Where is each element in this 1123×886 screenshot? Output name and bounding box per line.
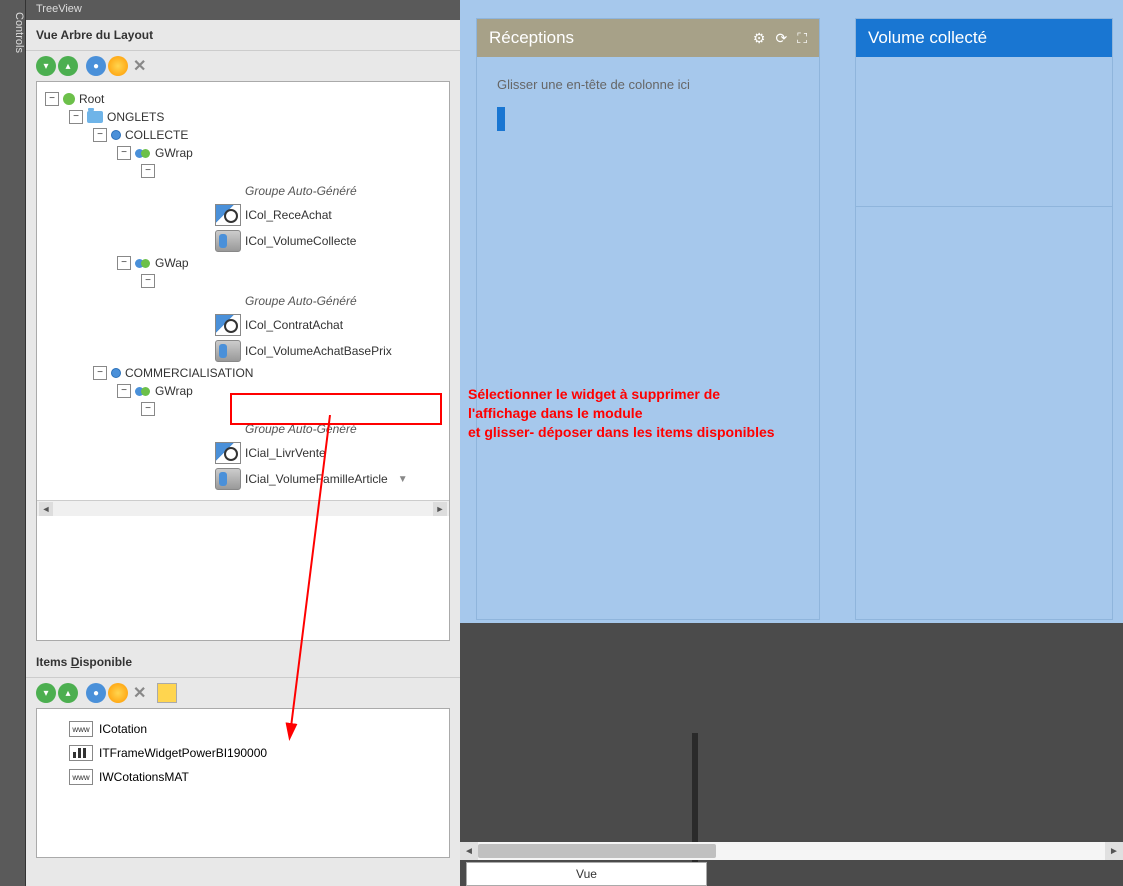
treeview-header: TreeView <box>26 0 460 20</box>
node-contratachat[interactable]: ICol_ContratAchat <box>245 318 343 332</box>
bottom-horizontal-scrollbar[interactable]: ◄ ► <box>460 842 1123 860</box>
highlight-button[interactable] <box>108 56 128 76</box>
toggle-gwrap1[interactable]: − <box>117 146 131 160</box>
column-indicator[interactable] <box>497 107 505 131</box>
add-node-button[interactable]: ● <box>86 56 106 76</box>
node-icon <box>63 93 75 105</box>
list-item[interactable]: www ICotation <box>69 717 441 741</box>
items-collapse-button[interactable]: ▴ <box>58 683 78 703</box>
node-gwrap1[interactable]: GWrap <box>155 146 193 160</box>
list-item[interactable]: ITFrameWidgetPowerBI190000 <box>69 741 441 765</box>
scroll-thumb[interactable] <box>478 844 716 858</box>
widget-icon <box>215 314 241 336</box>
vue-tab[interactable]: Vue <box>466 862 707 886</box>
group-icon <box>135 385 151 397</box>
node-volumeachatbaseprix[interactable]: ICol_VolumeAchatBasePrix <box>245 344 392 358</box>
tree-horizontal-scrollbar[interactable]: ◄ ► <box>37 500 449 516</box>
node-gwap[interactable]: GWap <box>155 256 189 270</box>
widget-area: Réceptions ⚙ ⟳ ⛶ Glisser une en-tête de … <box>460 0 1123 623</box>
scroll-left-arrow[interactable]: ◄ <box>460 842 478 860</box>
node-root[interactable]: Root <box>79 92 104 106</box>
items-extra-button[interactable] <box>157 683 177 703</box>
scroll-right-arrow[interactable]: ► <box>433 502 447 516</box>
node-volumefamillearticle[interactable]: ICial_VolumeFamilleArticle <box>245 472 388 486</box>
refresh-icon[interactable]: ⟳ <box>775 30 787 47</box>
node-collecte[interactable]: COLLECTE <box>125 128 188 142</box>
annotation-text: Sélectionner le widget à supprimer de l'… <box>468 385 838 442</box>
item-label: ICotation <box>99 722 147 736</box>
widget-header-receptions: Réceptions ⚙ ⟳ ⛶ <box>477 19 819 57</box>
annotation-line: l'affichage dans le module <box>468 404 838 423</box>
items-list[interactable]: wwwICotation ITFrameWidgetPowerBI190000 … <box>36 708 450 858</box>
expand-icon[interactable]: ⛶ <box>797 30 807 47</box>
widget-body-receptions[interactable]: Glisser une en-tête de colonne ici <box>477 57 819 151</box>
widget-volume[interactable]: Volume collecté <box>855 18 1113 620</box>
group-icon <box>135 147 151 159</box>
toggle-auto2[interactable]: − <box>141 274 155 288</box>
layout-tree-title-text: Vue Arbre du Layout <box>36 28 153 42</box>
node-receachat[interactable]: ICol_ReceAchat <box>245 208 332 222</box>
www-icon: www <box>69 721 93 737</box>
toggle-gwap[interactable]: − <box>117 256 131 270</box>
right-pane: Réceptions ⚙ ⟳ ⛶ Glisser une en-tête de … <box>460 0 1123 886</box>
item-label: IWCotationsMAT <box>99 770 189 784</box>
group-icon <box>135 257 151 269</box>
db-icon <box>215 340 241 362</box>
column-drag-hint: Glisser une en-tête de colonne ici <box>497 77 799 92</box>
annotation-line: Sélectionner le widget à supprimer de <box>468 385 838 404</box>
list-item[interactable]: www IWCotationsMAT <box>69 765 441 789</box>
items-toolbar: ▾ ▴ ● ✕ <box>26 678 460 708</box>
group-auto-label-2: Groupe Auto-Généré <box>245 290 441 312</box>
node-volumecollecte[interactable]: ICol_VolumeCollecte <box>245 234 356 248</box>
items-panel-title: Items Disponible <box>26 647 460 678</box>
node-commercialisation[interactable]: COMMERCIALISATION <box>125 366 253 380</box>
settings-icon[interactable]: ⚙ <box>753 30 766 47</box>
scroll-left-arrow[interactable]: ◄ <box>39 502 53 516</box>
items-add-button[interactable]: ● <box>86 683 106 703</box>
scroll-right-arrow[interactable]: ► <box>1105 842 1123 860</box>
group-auto-label-1: Groupe Auto-Généré <box>245 180 441 202</box>
collapse-all-button[interactable]: ▴ <box>58 56 78 76</box>
layout-tree[interactable]: −Root −ONGLETS −COLLECTE −GWrap − Groupe… <box>36 81 450 641</box>
chart-icon <box>69 745 93 761</box>
toggle-auto3[interactable]: − <box>141 402 155 416</box>
tree-toolbar: ▾ ▴ ● ✕ <box>26 51 460 81</box>
toggle-root[interactable]: − <box>45 92 59 106</box>
items-expand-button[interactable]: ▾ <box>36 683 56 703</box>
left-pane: TreeView Vue Arbre du Layout ▾ ▴ ● ✕ − Ro… <box>26 0 460 886</box>
item-label: ITFrameWidgetPowerBI190000 <box>99 746 267 760</box>
group-auto-label-3: Groupe Auto-Généré <box>245 418 441 440</box>
widget-header-volume: Volume collecté <box>856 19 1112 57</box>
controls-tab-left[interactable]: Controls <box>0 0 26 886</box>
widget-receptions[interactable]: Réceptions ⚙ ⟳ ⛶ Glisser une en-tête de … <box>476 18 820 620</box>
delete-node-button[interactable]: ✕ <box>130 56 149 76</box>
widget-body-volume[interactable] <box>856 57 1112 207</box>
items-highlight-button[interactable] <box>108 683 128 703</box>
toggle-commercialisation[interactable]: − <box>93 366 107 380</box>
node-icon <box>111 130 121 140</box>
toggle-onglets[interactable]: − <box>69 110 83 124</box>
node-onglets[interactable]: ONGLETS <box>107 110 164 124</box>
scroll-track[interactable] <box>478 842 1105 860</box>
node-livrvente[interactable]: ICial_LivrVente <box>245 446 326 460</box>
items-delete-button[interactable]: ✕ <box>130 683 149 703</box>
toggle-collecte[interactable]: − <box>93 128 107 142</box>
toggle-auto1[interactable]: − <box>141 164 155 178</box>
layout-tree-title: Vue Arbre du Layout <box>26 20 460 51</box>
widget-title: Volume collecté <box>868 28 987 48</box>
node-icon <box>111 368 121 378</box>
annotation-line: et glisser- déposer dans les items dispo… <box>468 423 838 442</box>
widget-icon <box>215 442 241 464</box>
db-icon <box>215 468 241 490</box>
db-icon <box>215 230 241 252</box>
widget-icon <box>215 204 241 226</box>
node-gwrap2[interactable]: GWrap <box>155 384 193 398</box>
toggle-gwrap2[interactable]: − <box>117 384 131 398</box>
expand-all-button[interactable]: ▾ <box>36 56 56 76</box>
www-icon: www <box>69 769 93 785</box>
folder-icon <box>87 111 103 123</box>
widget-title: Réceptions <box>489 28 574 48</box>
